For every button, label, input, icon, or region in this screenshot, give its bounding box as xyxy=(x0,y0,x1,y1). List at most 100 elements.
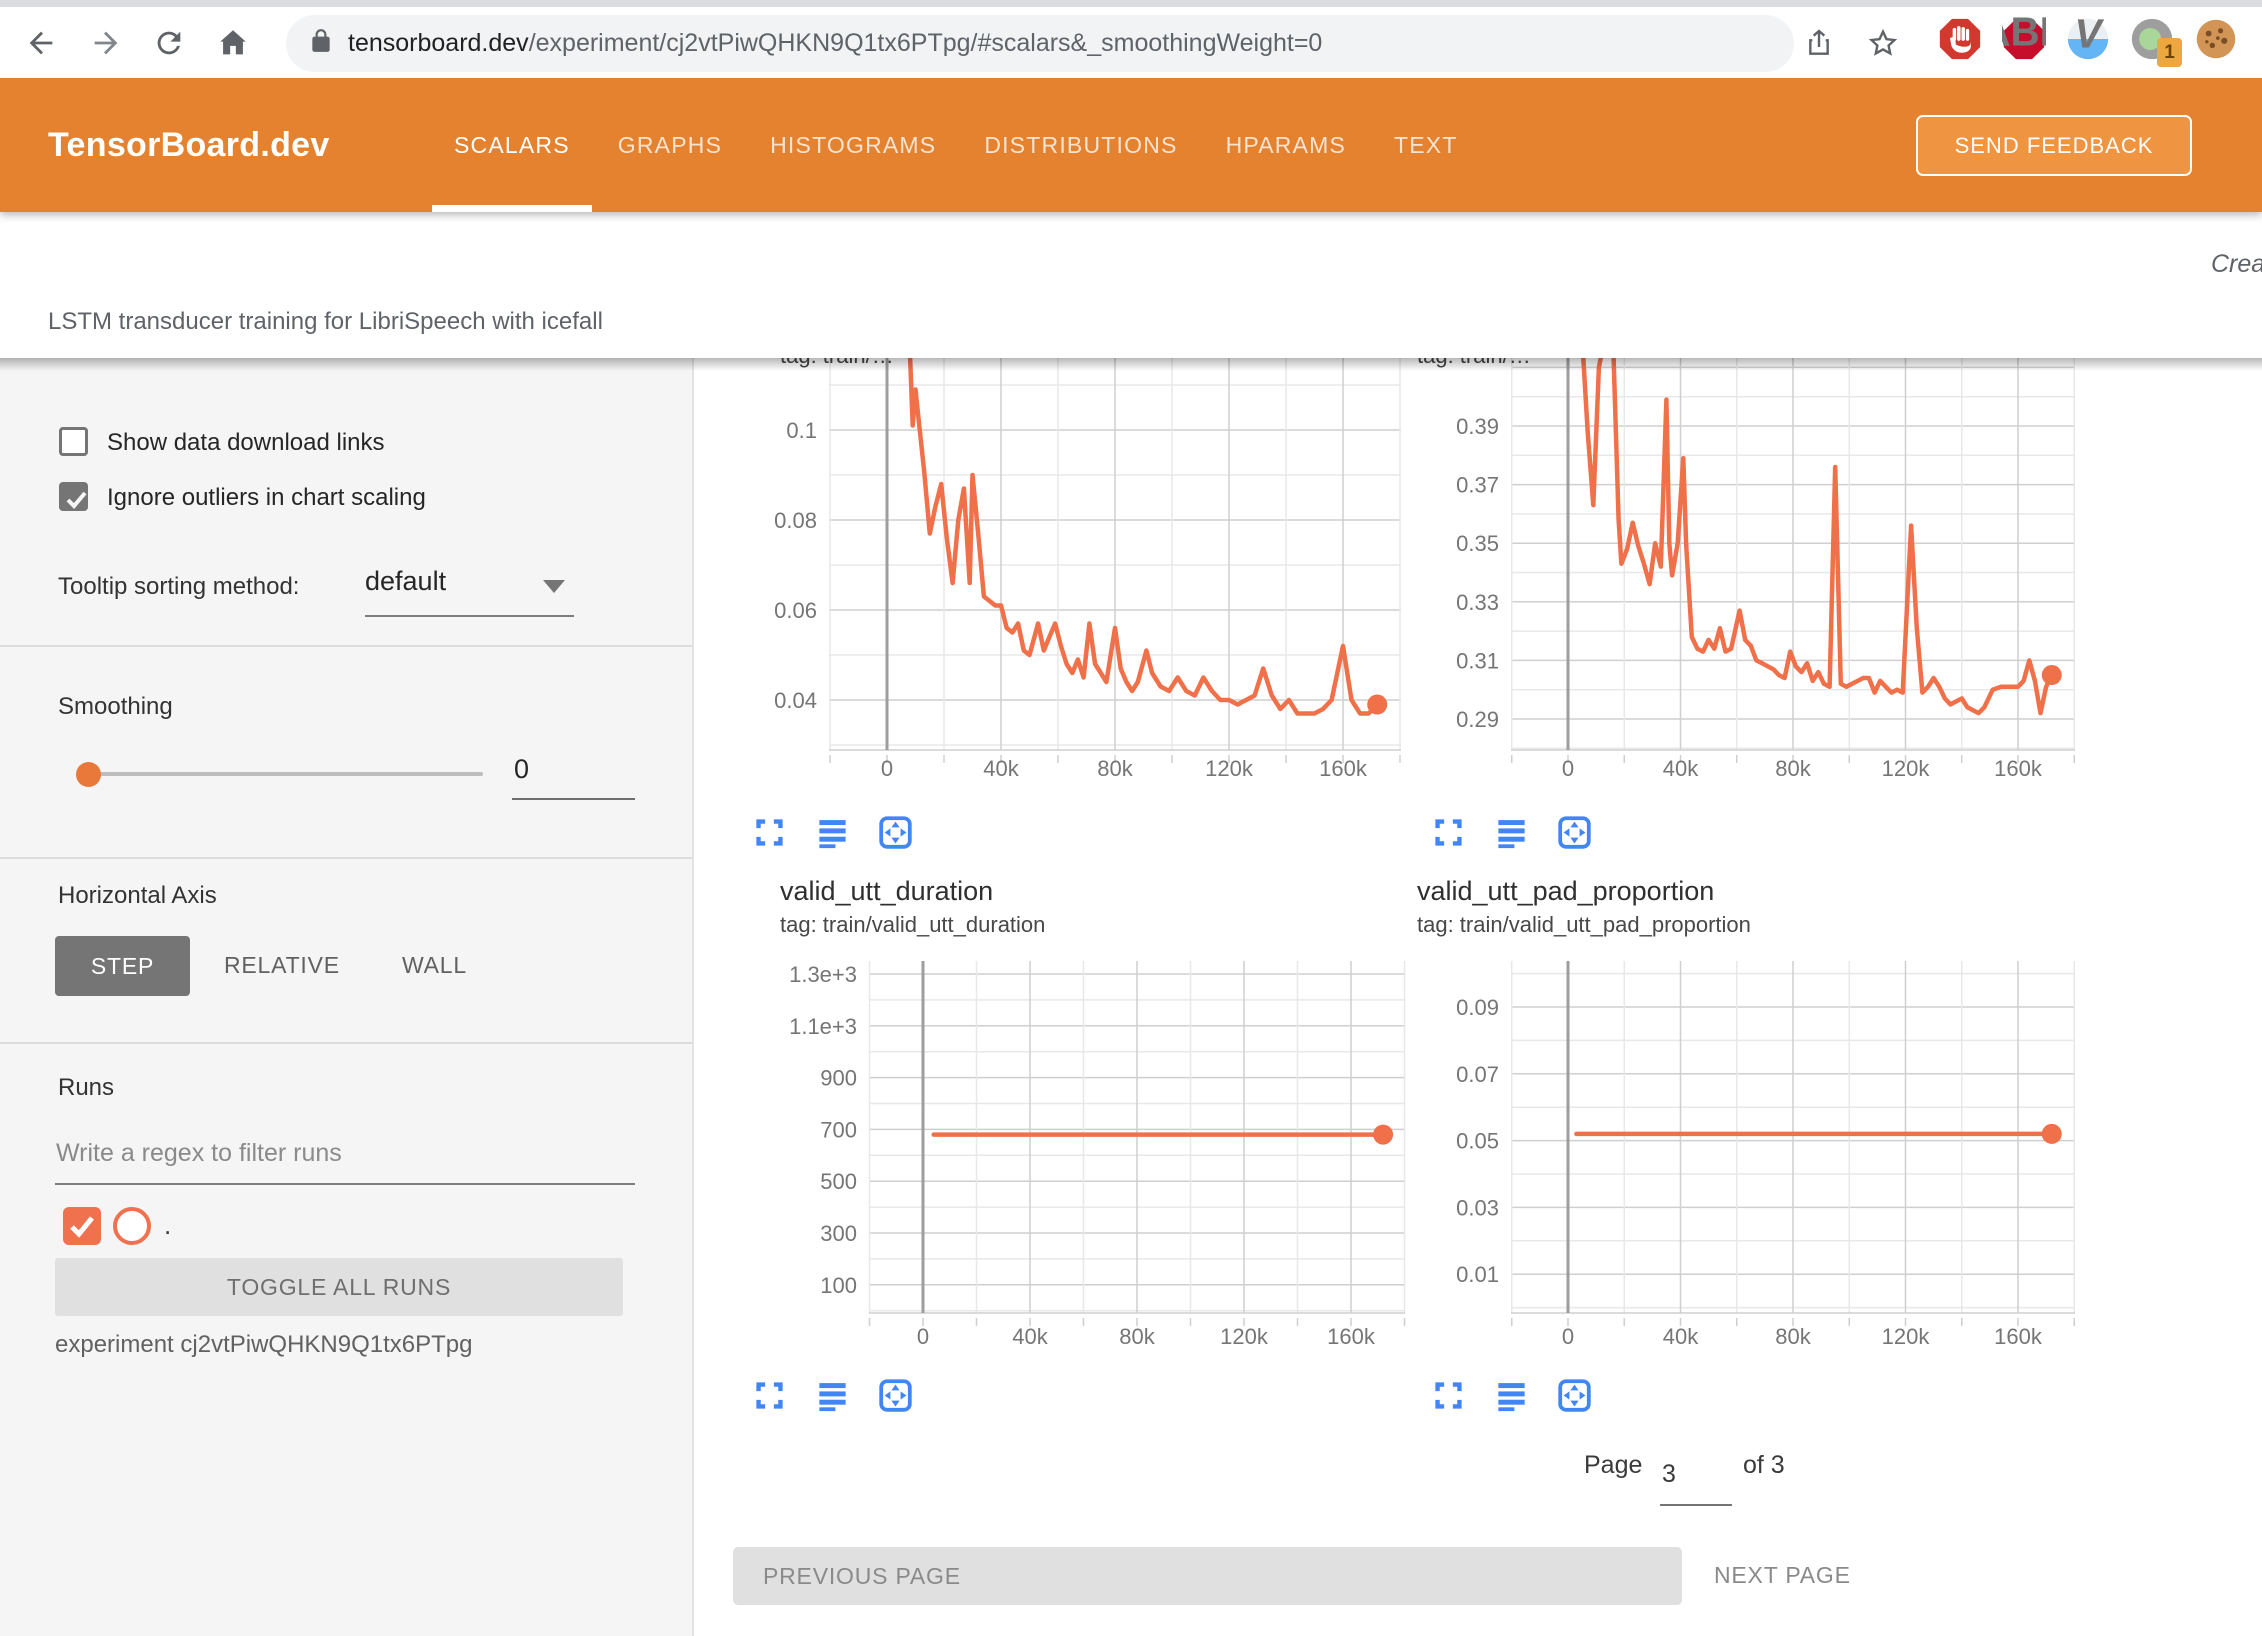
horizontal-axis-label: Horizontal Axis xyxy=(58,882,217,910)
v-extension-icon[interactable]: V xyxy=(2066,17,2110,61)
forward-icon[interactable] xyxy=(87,24,125,62)
svg-text:0.1: 0.1 xyxy=(786,418,817,443)
svg-text:120k: 120k xyxy=(1220,1324,1269,1349)
settings-sidebar: Show data download links Ignore outliers… xyxy=(0,358,694,1636)
fit-domain-icon[interactable] xyxy=(1557,1378,1592,1413)
axis-relative-button[interactable]: RELATIVE xyxy=(224,952,340,979)
browser-tab-strip xyxy=(0,0,2262,7)
fullscreen-icon[interactable] xyxy=(752,815,787,850)
smoothing-slider-track[interactable] xyxy=(79,772,483,776)
nav-tabs: SCALARS GRAPHS HISTOGRAMS DISTRIBUTIONS … xyxy=(430,78,1482,212)
fit-domain-icon[interactable] xyxy=(1557,815,1592,850)
svg-text:40k: 40k xyxy=(1663,1324,1699,1349)
recorder-extension-icon[interactable]: 1 xyxy=(2130,17,2174,61)
address-bar[interactable]: tensorboard.dev/experiment/cj2vtPiwQHKN9… xyxy=(286,15,1794,72)
tab-histograms[interactable]: HISTOGRAMS xyxy=(746,78,960,212)
svg-text:0.35: 0.35 xyxy=(1456,531,1499,556)
fit-domain-icon[interactable] xyxy=(878,1378,913,1413)
axis-step-button[interactable]: STEP xyxy=(55,936,190,996)
cutoff-chart-tag-right: tag: train/… xyxy=(1417,358,1837,371)
chart-plot-topright[interactable]: 040k80k120k160k0.390.370.350.330.310.29 xyxy=(1440,358,2090,790)
tab-hparams[interactable]: HPARAMS xyxy=(1202,78,1370,212)
svg-text:40k: 40k xyxy=(983,756,1019,781)
svg-text:160k: 160k xyxy=(1994,756,2043,781)
chevron-down-icon[interactable] xyxy=(543,580,565,593)
runs-section-label: Runs xyxy=(58,1074,114,1102)
svg-text:80k: 80k xyxy=(1097,756,1133,781)
fullscreen-icon[interactable] xyxy=(752,1378,787,1413)
svg-text:0.05: 0.05 xyxy=(1456,1129,1499,1154)
tooltip-sorting-select[interactable]: default xyxy=(365,566,446,597)
svg-text:0: 0 xyxy=(1562,756,1574,781)
svg-text:40k: 40k xyxy=(1663,756,1699,781)
svg-text:0.03: 0.03 xyxy=(1456,1195,1499,1220)
smoothing-value-input[interactable]: 0 xyxy=(514,754,529,785)
svg-text:0.06: 0.06 xyxy=(774,598,817,623)
page-label: Page xyxy=(1584,1451,1642,1480)
cookie-extension-icon[interactable] xyxy=(2194,17,2238,61)
show-download-links-checkbox[interactable] xyxy=(59,427,88,456)
svg-text:80k: 80k xyxy=(1775,1324,1811,1349)
svg-text:0.09: 0.09 xyxy=(1456,995,1499,1020)
tab-distributions[interactable]: DISTRIBUTIONS xyxy=(960,78,1201,212)
experiment-id-label: experiment cj2vtPiwQHKN9Q1tx6PTpg xyxy=(55,1331,473,1359)
tab-graphs[interactable]: GRAPHS xyxy=(594,78,746,212)
svg-text:1.1e+3: 1.1e+3 xyxy=(789,1014,857,1039)
page: tensorboard.dev/experiment/cj2vtPiwQHKN9… xyxy=(0,0,2262,1636)
cutoff-chart-tag-left: tag: train/… xyxy=(780,358,1200,371)
ignore-outliers-checkbox[interactable] xyxy=(59,482,88,511)
axis-wall-button[interactable]: WALL xyxy=(402,952,467,979)
svg-text:700: 700 xyxy=(820,1117,857,1142)
chart-title: valid_utt_duration xyxy=(780,876,993,907)
smoothing-slider-thumb[interactable] xyxy=(76,762,101,787)
fit-domain-icon[interactable] xyxy=(878,815,913,850)
star-icon[interactable] xyxy=(1864,24,1902,62)
url-text: tensorboard.dev/experiment/cj2vtPiwQHKN9… xyxy=(348,29,1322,58)
svg-text:40k: 40k xyxy=(1012,1324,1048,1349)
run-checkbox[interactable] xyxy=(63,1207,101,1245)
lock-icon xyxy=(308,28,334,59)
fullscreen-icon[interactable] xyxy=(1431,1378,1466,1413)
extension-badge: 1 xyxy=(2157,38,2182,67)
previous-page-button[interactable]: PREVIOUS PAGE xyxy=(733,1547,1682,1605)
svg-text:0: 0 xyxy=(917,1324,929,1349)
svg-text:0.04: 0.04 xyxy=(774,688,817,713)
svg-text:V: V xyxy=(2075,17,2105,56)
log-scale-icon[interactable] xyxy=(1494,1378,1529,1413)
adblock-hand-icon[interactable] xyxy=(1938,17,1982,61)
runs-filter-input[interactable]: Write a regex to filter runs xyxy=(56,1139,342,1168)
runs-filter-underline xyxy=(55,1183,635,1185)
log-scale-icon[interactable] xyxy=(815,815,850,850)
tab-scalars[interactable]: SCALARS xyxy=(430,78,594,212)
chart-plot-valid-utt-pad-proportion[interactable]: 040k80k120k160k0.090.070.050.030.01 xyxy=(1440,952,2090,1360)
svg-text:0: 0 xyxy=(881,756,893,781)
toggle-all-runs-button[interactable]: TOGGLE ALL RUNS xyxy=(55,1258,623,1316)
log-scale-icon[interactable] xyxy=(815,1378,850,1413)
share-icon[interactable] xyxy=(1800,24,1838,62)
divider xyxy=(0,857,692,859)
abp-icon[interactable]: ABP xyxy=(2002,17,2046,61)
tab-text[interactable]: TEXT xyxy=(1370,78,1482,212)
svg-text:300: 300 xyxy=(820,1221,857,1246)
chart-plot-valid-utt-duration[interactable]: 040k80k120k160k1.3e+31.1e+39007005003001… xyxy=(760,952,1410,1360)
experiment-description: LSTM transducer training for LibriSpeech… xyxy=(48,308,603,336)
back-icon[interactable] xyxy=(22,24,60,62)
svg-text:80k: 80k xyxy=(1775,756,1811,781)
chart-plot-topleft[interactable]: 040k80k120k160k0.10.080.060.04 xyxy=(760,358,1410,790)
log-scale-icon[interactable] xyxy=(1494,815,1529,850)
svg-text:160k: 160k xyxy=(1994,1324,2043,1349)
app-logo[interactable]: TensorBoard.dev xyxy=(48,78,330,212)
svg-text:0.33: 0.33 xyxy=(1456,590,1499,615)
next-page-button[interactable]: NEXT PAGE xyxy=(1714,1562,1851,1589)
svg-text:0.29: 0.29 xyxy=(1456,707,1499,732)
home-icon[interactable] xyxy=(214,24,252,62)
browser-extensions: ABP V 1 xyxy=(1938,17,2238,61)
svg-text:ABP: ABP xyxy=(2002,17,2046,54)
send-feedback-button[interactable]: SEND FEEDBACK xyxy=(1916,115,2192,176)
fullscreen-icon[interactable] xyxy=(1431,815,1466,850)
reload-icon[interactable] xyxy=(150,24,188,62)
page-number-input[interactable]: 3 xyxy=(1662,1460,1676,1489)
show-download-links-label: Show data download links xyxy=(107,427,385,456)
smoothing-label: Smoothing xyxy=(58,693,173,721)
run-color-swatch[interactable] xyxy=(113,1207,151,1245)
